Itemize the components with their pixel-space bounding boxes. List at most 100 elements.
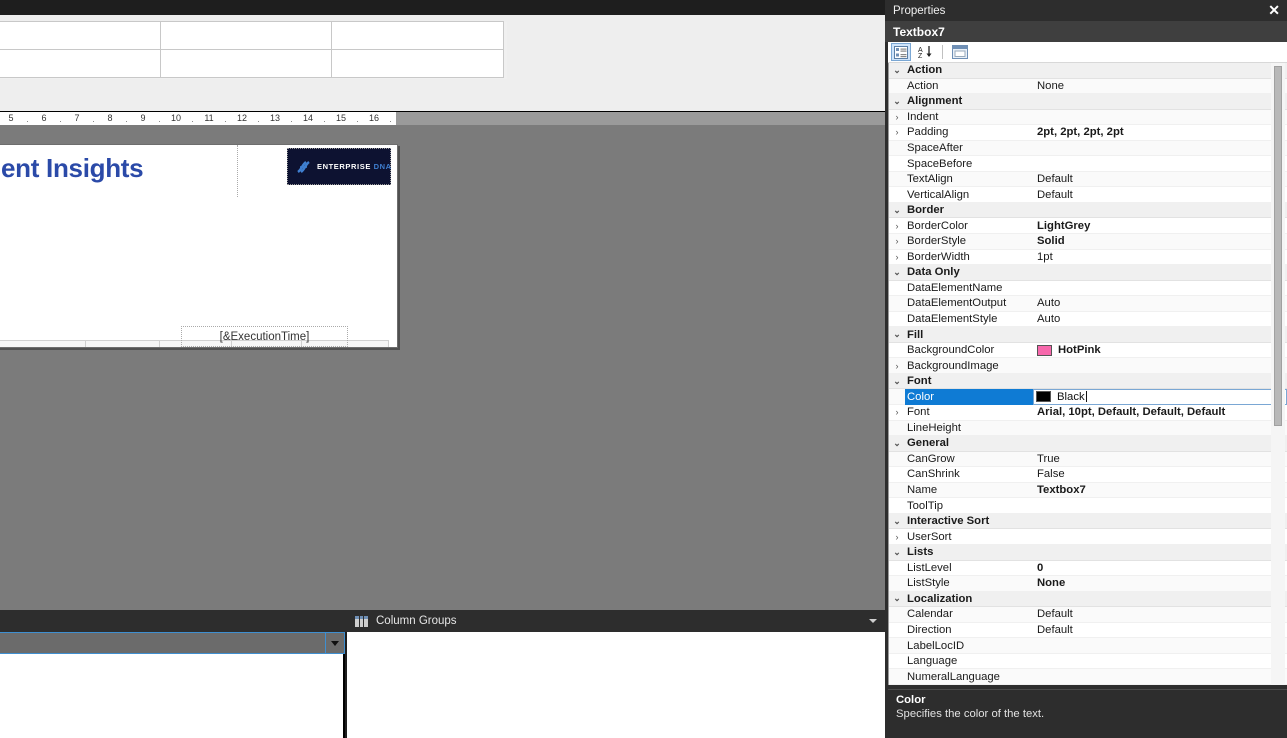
property-value[interactable]: Auto bbox=[1033, 313, 1287, 325]
matrix-cell[interactable] bbox=[85, 340, 160, 347]
property-value[interactable]: Default bbox=[1033, 173, 1287, 185]
property-row-backgroundimage[interactable]: › BackgroundImage bbox=[889, 358, 1287, 374]
chevron-down-icon[interactable]: ⌄ bbox=[889, 329, 905, 340]
chevron-right-icon[interactable]: › bbox=[889, 127, 905, 137]
property-row-spaceafter[interactable]: SpaceAfter bbox=[889, 140, 1287, 157]
property-value[interactable]: None bbox=[1033, 577, 1287, 589]
execution-time-textbox[interactable]: [&ExecutionTime] bbox=[181, 326, 348, 347]
property-row-numerallanguage[interactable]: NumeralLanguage bbox=[889, 669, 1287, 685]
property-value-editor[interactable]: Black⌄ bbox=[1033, 388, 1287, 405]
property-row-borderwidth[interactable]: › BorderWidth 1pt bbox=[889, 249, 1287, 266]
property-category-interactive-sort[interactable]: ⌄ Interactive Sort bbox=[889, 513, 1287, 530]
chevron-down-icon[interactable]: ⌄ bbox=[889, 205, 905, 216]
property-row-action[interactable]: Action None bbox=[889, 78, 1287, 95]
chevron-down-icon[interactable]: ⌄ bbox=[889, 547, 905, 558]
property-row-direction[interactable]: Direction Default bbox=[889, 622, 1287, 639]
property-row-cangrow[interactable]: CanGrow True bbox=[889, 451, 1287, 468]
property-value[interactable]: 2pt, 2pt, 2pt, 2pt bbox=[1033, 126, 1287, 138]
property-row-verticalalign[interactable]: VerticalAlign Default bbox=[889, 187, 1287, 203]
property-row-canshrink[interactable]: CanShrink False bbox=[889, 467, 1287, 483]
table-cell[interactable] bbox=[160, 49, 332, 78]
property-value[interactable]: Textbox7 bbox=[1033, 484, 1287, 496]
sort-az-icon[interactable]: A Z bbox=[915, 43, 935, 61]
property-row-spacebefore[interactable]: SpaceBefore bbox=[889, 156, 1287, 172]
property-row-liststyle[interactable]: ListStyle None bbox=[889, 576, 1287, 592]
property-value[interactable]: None bbox=[1033, 80, 1287, 92]
report-title-textbox[interactable]: ent Insights bbox=[1, 153, 144, 184]
horizontal-ruler[interactable]: 5 · 6 · 7 · 8 · 9 · 10 · 11 · 12 · 13 · 14 · 15 · 16 · bbox=[0, 112, 885, 125]
column-groups-header[interactable]: Column Groups bbox=[347, 610, 885, 632]
chevron-right-icon[interactable]: › bbox=[889, 532, 905, 542]
property-row-dataelementoutput[interactable]: DataElementOutput Auto bbox=[889, 296, 1287, 312]
matrix-cell[interactable] bbox=[0, 340, 86, 347]
enterprise-dna-logo[interactable]: ENTERPRISE DNA bbox=[287, 148, 391, 185]
property-row-name[interactable]: Name Textbox7 bbox=[889, 482, 1287, 499]
properties-grid[interactable]: ⌄ Action Action None ⌄ Alignment › Indent › Paddi… bbox=[888, 63, 1287, 685]
property-category-general[interactable]: ⌄ General bbox=[889, 436, 1287, 452]
column-groups-body[interactable] bbox=[347, 632, 885, 738]
categorized-icon[interactable] bbox=[891, 43, 911, 61]
chevron-right-icon[interactable]: › bbox=[889, 221, 905, 231]
chevron-down-icon[interactable]: ⌄ bbox=[889, 267, 905, 278]
property-value[interactable]: 0 bbox=[1033, 562, 1287, 574]
property-row-font[interactable]: › Font Arial, 10pt, Default, Default, Defa… bbox=[889, 405, 1287, 421]
row-group-selected-item[interactable] bbox=[0, 632, 345, 654]
property-category-fill[interactable]: ⌄ Fill bbox=[889, 327, 1287, 343]
table-cell[interactable] bbox=[0, 49, 161, 78]
table-cell[interactable] bbox=[331, 21, 504, 50]
property-value[interactable]: HotPink bbox=[1033, 344, 1287, 356]
property-row-borderstyle[interactable]: › BorderStyle Solid bbox=[889, 234, 1287, 250]
property-row-color[interactable]: ColorBlack⌄ bbox=[889, 388, 1287, 406]
chevron-right-icon[interactable]: › bbox=[889, 252, 905, 262]
chevron-right-icon[interactable]: › bbox=[889, 361, 905, 371]
property-value[interactable]: False bbox=[1033, 468, 1287, 480]
property-pages-icon[interactable] bbox=[950, 43, 970, 61]
chevron-down-icon[interactable]: ⌄ bbox=[889, 516, 905, 527]
chevron-down-icon[interactable]: ⌄ bbox=[889, 438, 905, 449]
property-category-data-only[interactable]: ⌄ Data Only bbox=[889, 265, 1287, 281]
chevron-right-icon[interactable]: › bbox=[889, 112, 905, 122]
property-row-indent[interactable]: › Indent bbox=[889, 109, 1287, 126]
property-category-lists[interactable]: ⌄ Lists bbox=[889, 544, 1287, 561]
property-row-labellocid[interactable]: LabelLocID bbox=[889, 638, 1287, 654]
property-value[interactable]: Arial, 10pt, Default, Default, Default bbox=[1033, 406, 1287, 418]
property-row-dataelementstyle[interactable]: DataElementStyle Auto bbox=[889, 311, 1287, 328]
chevron-right-icon[interactable]: › bbox=[889, 236, 905, 246]
property-value[interactable]: Default bbox=[1033, 608, 1287, 620]
property-row-listlevel[interactable]: ListLevel 0 bbox=[889, 560, 1287, 577]
property-value[interactable]: 1pt bbox=[1033, 251, 1287, 263]
chevron-down-icon[interactable]: ⌄ bbox=[889, 65, 905, 76]
property-row-language[interactable]: Language bbox=[889, 653, 1287, 670]
chevron-right-icon[interactable]: › bbox=[889, 407, 905, 417]
property-row-tooltip[interactable]: ToolTip bbox=[889, 498, 1287, 514]
property-row-padding[interactable]: › Padding 2pt, 2pt, 2pt, 2pt bbox=[889, 125, 1287, 141]
table-cell[interactable] bbox=[331, 49, 504, 78]
property-category-border[interactable]: ⌄ Border bbox=[889, 202, 1287, 219]
scrollbar-thumb[interactable] bbox=[1274, 66, 1282, 426]
property-value[interactable]: True bbox=[1033, 453, 1287, 465]
property-value[interactable]: Auto bbox=[1033, 297, 1287, 309]
property-category-localization[interactable]: ⌄ Localization bbox=[889, 591, 1287, 608]
property-row-usersort[interactable]: › UserSort bbox=[889, 529, 1287, 545]
property-category-action[interactable]: ⌄ Action bbox=[889, 63, 1287, 79]
properties-scrollbar[interactable] bbox=[1271, 63, 1285, 685]
property-row-calendar[interactable]: Calendar Default bbox=[889, 607, 1287, 623]
property-value[interactable]: Default bbox=[1033, 189, 1287, 201]
table-cell[interactable] bbox=[160, 21, 332, 50]
property-category-alignment[interactable]: ⌄ Alignment bbox=[889, 94, 1287, 110]
dropdown-arrow-icon[interactable] bbox=[325, 633, 344, 653]
property-row-textalign[interactable]: TextAlign Default bbox=[889, 171, 1287, 188]
table-cell[interactable] bbox=[0, 21, 161, 50]
property-category-font[interactable]: ⌄ Font bbox=[889, 373, 1287, 390]
property-row-bordercolor[interactable]: › BorderColor LightGrey bbox=[889, 218, 1287, 235]
chevron-down-icon[interactable]: ⌄ bbox=[889, 593, 905, 604]
chevron-down-icon[interactable]: ⌄ bbox=[889, 96, 905, 107]
chevron-down-icon[interactable]: ⌄ bbox=[889, 376, 905, 387]
property-value[interactable]: LightGrey bbox=[1033, 220, 1287, 232]
chevron-down-icon[interactable] bbox=[869, 619, 877, 623]
property-value[interactable]: Default bbox=[1033, 624, 1287, 636]
close-icon[interactable]: ✕ bbox=[1268, 3, 1280, 17]
property-value[interactable]: Solid bbox=[1033, 235, 1287, 247]
property-row-lineheight[interactable]: LineHeight bbox=[889, 420, 1287, 437]
property-row-backgroundcolor[interactable]: BackgroundColor HotPink bbox=[889, 342, 1287, 359]
